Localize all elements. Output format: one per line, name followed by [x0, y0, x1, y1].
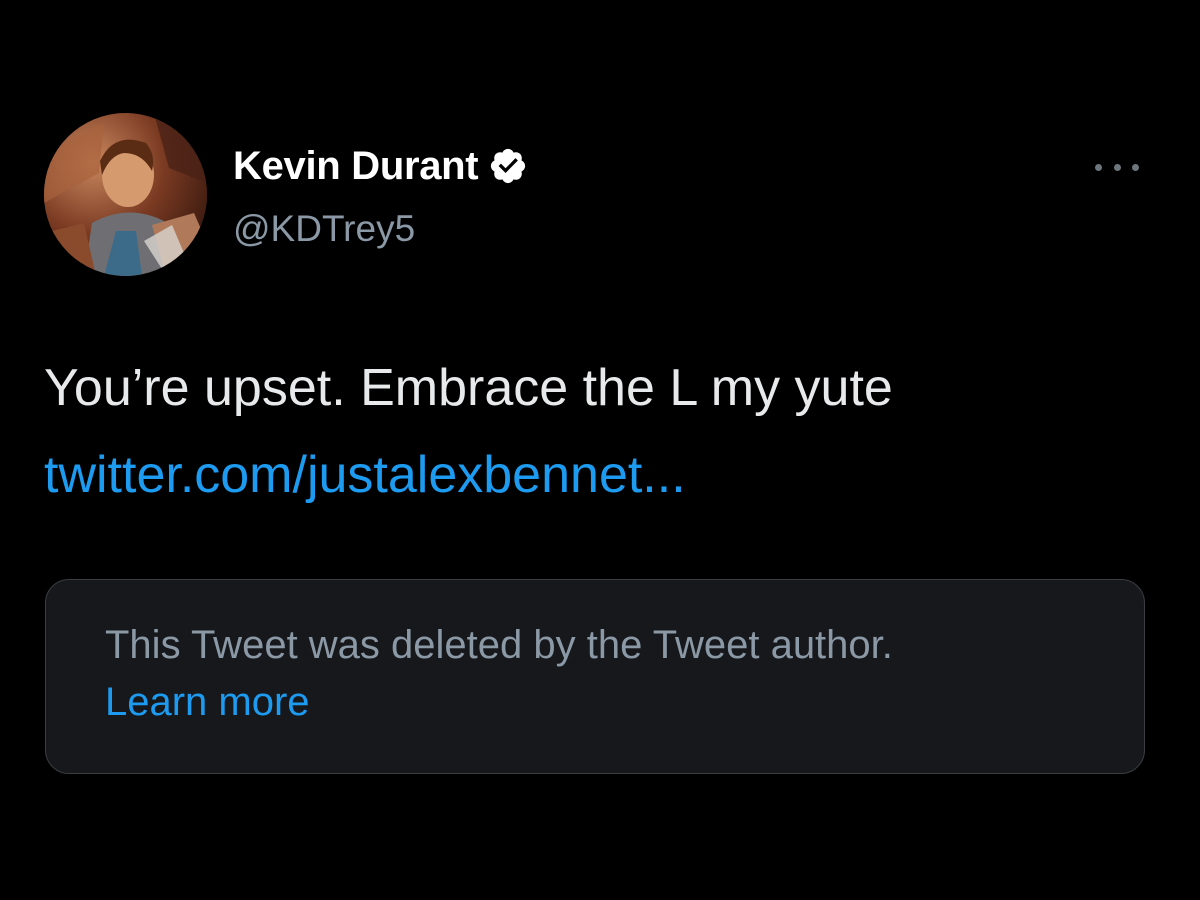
deleted-tweet-message: This Tweet was deleted by the Tweet auth… [105, 623, 893, 667]
tweet-link[interactable]: twitter.com/justalexbennet... [44, 444, 686, 506]
more-dot [1095, 163, 1102, 171]
verified-badge-icon [488, 146, 528, 186]
tweet-text: You’re upset. Embrace the L my yute [44, 359, 893, 417]
avatar[interactable] [44, 113, 207, 276]
user-handle[interactable]: @KDTrey5 [233, 208, 415, 250]
name-row: Kevin Durant [233, 141, 528, 191]
more-options-icon[interactable] [1095, 155, 1139, 179]
avatar-image [44, 113, 207, 276]
learn-more-link[interactable]: Learn more [105, 678, 310, 726]
tweet-container: Kevin Durant @KDTrey5 You’re upset. Embr… [0, 0, 1200, 900]
display-name[interactable]: Kevin Durant [233, 144, 479, 189]
more-dot [1132, 163, 1139, 171]
more-dot [1113, 163, 1121, 171]
tweet-header: Kevin Durant @KDTrey5 [44, 113, 1154, 278]
deleted-quote-card[interactable]: This Tweet was deleted by the Tweet auth… [45, 579, 1145, 774]
